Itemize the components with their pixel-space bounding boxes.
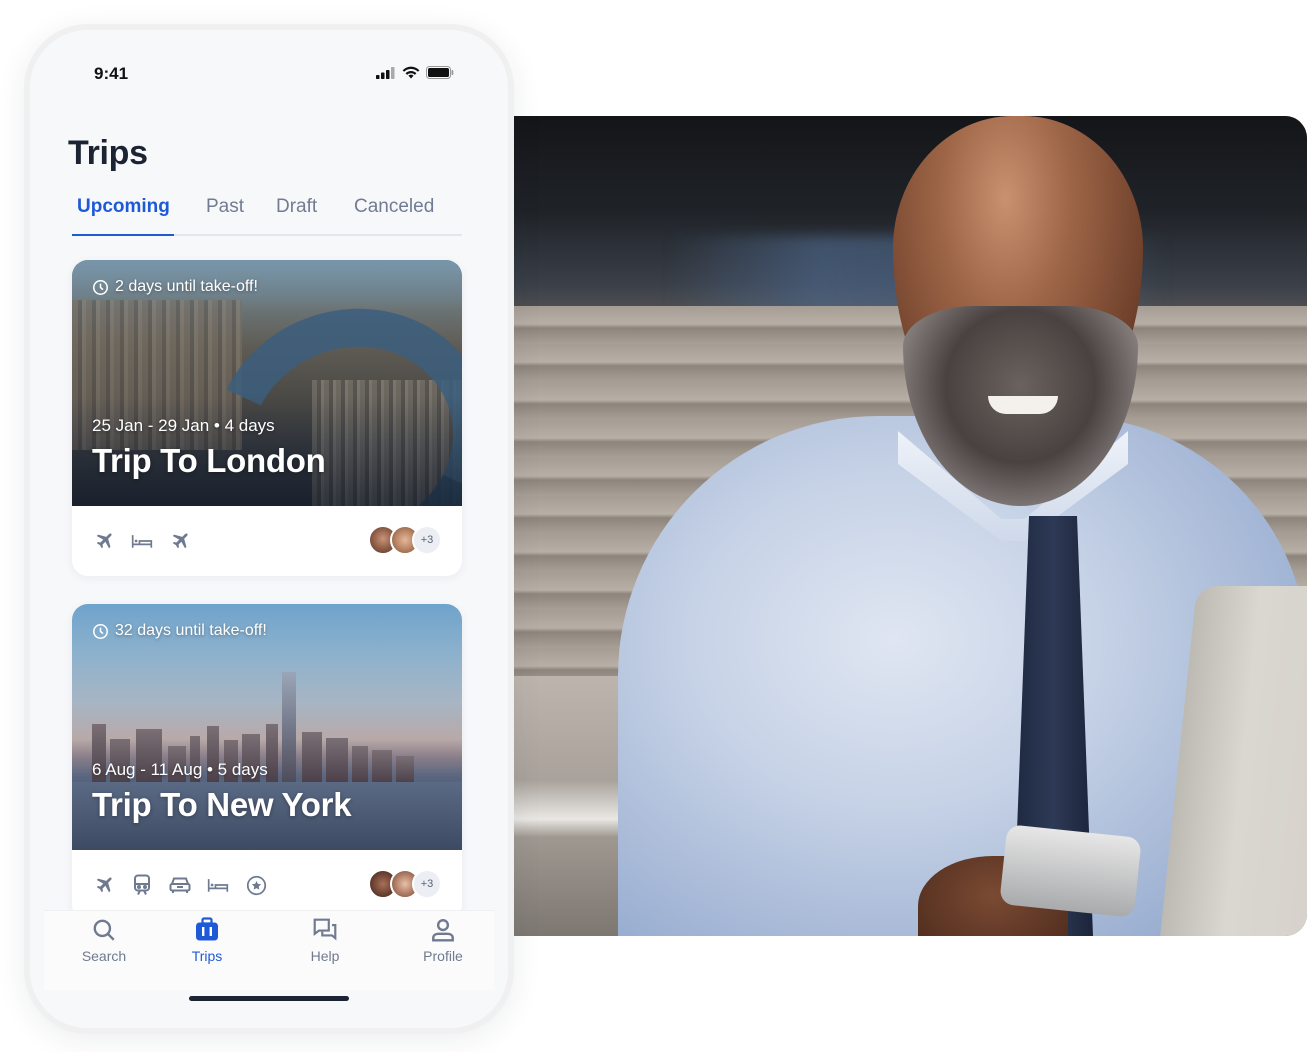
tab-past[interactable]: Past — [206, 196, 244, 218]
hotel-icon — [206, 873, 230, 897]
countdown-badge: 2 days until take-off! — [92, 278, 258, 296]
countdown-text: 32 days until take-off! — [115, 622, 267, 639]
nav-trips[interactable]: Trips — [157, 917, 257, 964]
nav-help[interactable]: Help — [275, 917, 375, 964]
hero-photo — [508, 116, 1307, 936]
service-icons — [92, 873, 268, 897]
flight-icon — [92, 529, 116, 553]
nav-label: Help — [310, 948, 340, 964]
image-detail — [282, 672, 296, 784]
hotel-icon — [130, 529, 154, 553]
countdown-badge: 32 days until take-off! — [92, 622, 267, 640]
countdown-text: 2 days until take-off! — [115, 278, 258, 295]
more-travelers-badge: +3 — [412, 525, 442, 555]
trip-title: Trip To New York — [92, 786, 352, 823]
signal-icon — [376, 66, 395, 79]
trip-dates: 25 Jan - 29 Jan • 4 days — [92, 416, 275, 435]
traveler-avatars[interactable]: +3 — [368, 869, 442, 899]
nav-profile[interactable]: Profile — [393, 917, 493, 964]
nav-label: Profile — [423, 948, 463, 964]
clock-icon — [92, 623, 109, 639]
phone-screen: 9:41 Trips Upcoming Past Draft Canceled … — [30, 30, 508, 1028]
home-indicator — [189, 996, 349, 1001]
search-icon — [93, 919, 115, 941]
user-icon — [432, 919, 454, 942]
trip-card-new-york[interactable]: 32 days until take-off! 6 Aug - 11 Aug •… — [72, 604, 462, 920]
chat-icon — [313, 918, 337, 941]
new-york-image: 32 days until take-off! 6 Aug - 11 Aug •… — [72, 604, 462, 850]
more-travelers-badge: +3 — [412, 869, 442, 899]
image-detail — [396, 756, 414, 784]
image-detail — [352, 746, 368, 784]
phone-frame: 9:41 Trips Upcoming Past Draft Canceled … — [24, 24, 514, 1034]
battery-icon — [426, 66, 454, 79]
image-detail — [326, 738, 348, 784]
trip-title: Trip To London — [92, 442, 326, 479]
bottom-nav: Search Trips Help Profile — [44, 910, 494, 990]
flight-icon — [92, 873, 116, 897]
car-icon — [168, 873, 192, 897]
tab-canceled[interactable]: Canceled — [354, 196, 434, 218]
tab-draft[interactable]: Draft — [276, 196, 317, 218]
trip-card-london[interactable]: 2 days until take-off! 25 Jan - 29 Jan •… — [72, 260, 462, 576]
traveler-avatars[interactable]: +3 — [368, 525, 442, 555]
flight-icon — [168, 529, 192, 553]
photo-smile — [988, 396, 1058, 414]
status-icons — [376, 66, 454, 79]
tab-upcoming[interactable]: Upcoming — [77, 196, 170, 218]
trip-dates: 6 Aug - 11 Aug • 5 days — [92, 760, 268, 779]
train-icon — [130, 873, 154, 897]
suitcase-icon — [196, 917, 218, 941]
nav-label: Trips — [191, 948, 223, 964]
service-icons — [92, 529, 192, 553]
star-icon — [244, 873, 268, 897]
image-detail — [302, 732, 322, 784]
active-tab-indicator — [72, 234, 174, 236]
london-image: 2 days until take-off! 25 Jan - 29 Jan •… — [72, 260, 462, 506]
wifi-icon — [402, 66, 420, 79]
photo-phone — [999, 824, 1142, 918]
nav-label: Search — [81, 948, 127, 964]
clock-icon — [92, 279, 109, 295]
trip-tabs: Upcoming Past Draft Canceled — [72, 194, 462, 236]
status-time: 9:41 — [94, 64, 129, 83]
card-footer: +3 — [72, 506, 462, 576]
nav-search[interactable]: Search — [54, 917, 154, 964]
page-title: Trips — [68, 134, 148, 172]
status-bar: 9:41 — [30, 60, 508, 90]
image-detail — [372, 750, 392, 784]
